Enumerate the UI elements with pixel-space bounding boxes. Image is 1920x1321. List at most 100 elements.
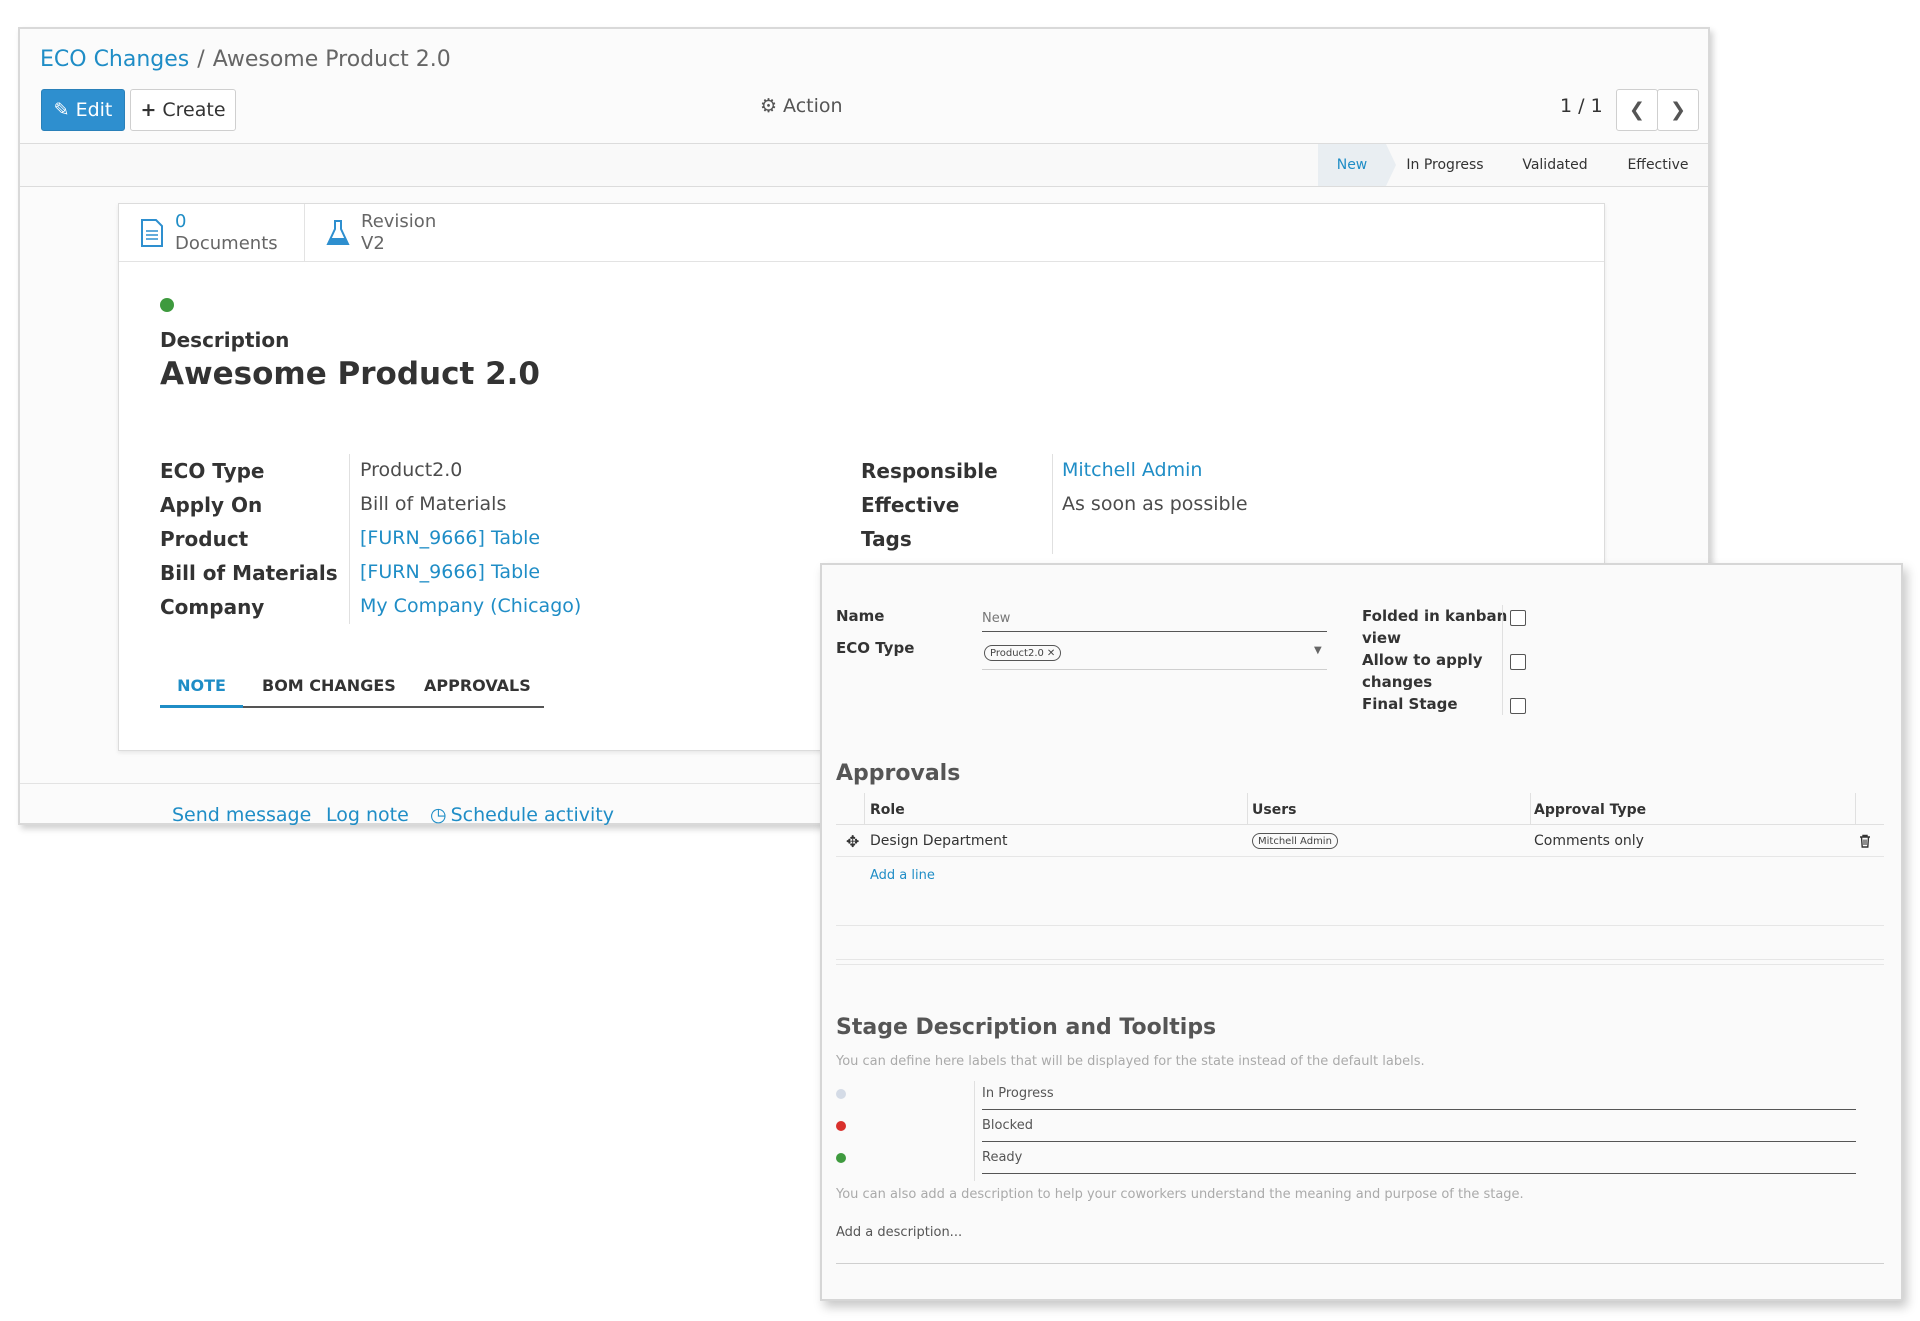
breadcrumb-current: Awesome Product 2.0 [212, 47, 451, 72]
stage-new[interactable]: New [1318, 144, 1396, 186]
table-row[interactable]: ✥ Design Department Mitchell Admin Comme… [836, 825, 1884, 857]
final-stage-checkbox[interactable] [1510, 698, 1526, 714]
documents-count: 0 [175, 211, 187, 232]
header-divider [1855, 793, 1856, 825]
eco-type-label: ECO Type [836, 639, 915, 657]
breadcrumb-eco-changes-link[interactable]: ECO Changes [40, 47, 189, 72]
chevron-right-icon: ❯ [1670, 99, 1686, 121]
description-hint: You can also add a description to help y… [836, 1187, 1524, 1202]
documents-label: Documents [175, 233, 278, 254]
state-blocked-underline [982, 1141, 1856, 1142]
eco-type-tag[interactable]: Product2.0 ✕ [984, 645, 1062, 661]
apply-on-label: Apply On [160, 493, 263, 517]
description-label: Description [160, 328, 290, 352]
tab-bom-changes[interactable]: BOM CHANGES [262, 676, 396, 695]
approval-type: Comments only [1534, 833, 1644, 849]
field-divider [349, 454, 350, 624]
send-message-button[interactable]: Send message [172, 804, 311, 826]
allow-apply-label-line-1: Allow to apply [1362, 651, 1483, 669]
dropdown-caret-icon[interactable]: ▼ [1314, 645, 1322, 656]
product-link[interactable]: [FURN_9666] Table [360, 527, 540, 549]
documents-smart-button[interactable]: 0 Documents [119, 204, 305, 262]
responsible-label: Responsible [861, 459, 998, 483]
eco-type-value: Product2.0 [360, 459, 463, 481]
log-note-button[interactable]: Log note [326, 804, 409, 826]
pager-value[interactable]: 1 / 1 [1560, 95, 1603, 117]
stage-effective[interactable]: Effective [1608, 144, 1708, 186]
company-link[interactable]: My Company (Chicago) [360, 595, 581, 617]
eco-type-tag-label: Product2.0 [990, 647, 1044, 659]
previous-record-button[interactable]: ❮ [1616, 89, 1658, 131]
revision-smart-button[interactable]: Revision V2 [305, 204, 455, 262]
effective-label: Effective [861, 493, 960, 517]
state-ready-underline [982, 1173, 1856, 1174]
stage-validated[interactable]: Validated [1504, 144, 1606, 186]
state-blocked-dot [836, 1121, 846, 1131]
folded-kanban-checkbox[interactable] [1510, 610, 1526, 626]
users-column-header[interactable]: Users [1252, 802, 1296, 818]
approval-role: Design Department [870, 833, 1008, 849]
divider [836, 925, 1884, 926]
name-label: Name [836, 607, 885, 625]
section-separator [836, 959, 1884, 965]
plus-icon: + [140, 99, 157, 121]
stage-in-progress[interactable]: In Progress [1388, 144, 1502, 186]
remove-tag-icon[interactable]: ✕ [1047, 648, 1055, 659]
notebook-tabs: NOTE BOM CHANGES APPROVALS [160, 666, 544, 708]
bom-link[interactable]: [FURN_9666] Table [360, 561, 540, 583]
eco-type-underline [982, 669, 1327, 670]
eco-type-label: ECO Type [160, 459, 265, 483]
folded-kanban-label: Folded in kanban view [1362, 607, 1507, 647]
allow-apply-checkbox[interactable] [1510, 654, 1526, 670]
approval-user-tag[interactable]: Mitchell Admin [1252, 833, 1338, 849]
product-label: Product [160, 527, 249, 551]
revision-value: V2 [361, 233, 385, 254]
state-divider [974, 1081, 975, 1181]
add-line-link[interactable]: Add a line [870, 868, 935, 883]
description-underline [836, 1263, 1884, 1264]
tab-note[interactable]: NOTE [160, 666, 243, 708]
drag-handle-icon[interactable]: ✥ [846, 832, 859, 851]
approvals-table-header: Role Users Approval Type [836, 793, 1884, 825]
approval-type-column-header[interactable]: Approval Type [1534, 802, 1646, 818]
final-stage-label: Final Stage [1362, 695, 1458, 713]
add-description-input[interactable]: Add a description... [836, 1225, 962, 1240]
pencil-icon: ✎ [53, 99, 70, 121]
stage-config-window: Name New ECO Type Product2.0 ✕ ▼ Folded i… [820, 563, 1903, 1301]
record-title: Awesome Product 2.0 [160, 356, 540, 392]
next-record-button[interactable]: ❯ [1657, 89, 1699, 131]
clock-icon: ◷ [430, 804, 447, 826]
stage-effective-label: Effective [1627, 157, 1689, 173]
name-input[interactable]: New [982, 611, 1010, 626]
edit-label: Edit [75, 99, 113, 121]
tab-approvals[interactable]: APPROVALS [424, 676, 531, 695]
responsible-link[interactable]: Mitchell Admin [1062, 459, 1202, 481]
header-divider [1530, 793, 1531, 825]
edit-button[interactable]: ✎ Edit [41, 89, 125, 131]
bom-label: Bill of Materials [160, 561, 338, 585]
action-label: Action [783, 95, 843, 117]
state-in-progress-input[interactable]: In Progress [982, 1086, 1054, 1101]
header-divider [864, 793, 865, 825]
kanban-state-dot[interactable] [160, 298, 174, 312]
stage-validated-label: Validated [1522, 157, 1588, 173]
state-blocked-input[interactable]: Blocked [982, 1118, 1033, 1133]
tags-label: Tags [861, 527, 912, 551]
revision-label: Revision [361, 211, 437, 232]
action-menu[interactable]: ⚙ Action [760, 95, 843, 117]
stage-description-title: Stage Description and Tooltips [836, 1015, 1217, 1040]
state-ready-input[interactable]: Ready [982, 1150, 1022, 1165]
allow-apply-label: Allow to apply changes [1362, 651, 1483, 691]
trash-icon[interactable] [1858, 834, 1872, 848]
role-column-header[interactable]: Role [870, 802, 905, 818]
breadcrumb: ECO Changes / Awesome Product 2.0 [40, 47, 451, 72]
create-button[interactable]: + Create [130, 89, 236, 131]
stage-new-label: New [1336, 157, 1368, 173]
schedule-activity-button[interactable]: ◷ Schedule activity [430, 804, 614, 826]
effective-value: As soon as possible [1062, 493, 1248, 515]
stage-in-progress-label: In Progress [1406, 157, 1484, 173]
company-label: Company [160, 595, 265, 619]
state-ready-dot [836, 1153, 846, 1163]
chevron-left-icon: ❮ [1629, 99, 1645, 121]
header-divider [1247, 793, 1248, 825]
